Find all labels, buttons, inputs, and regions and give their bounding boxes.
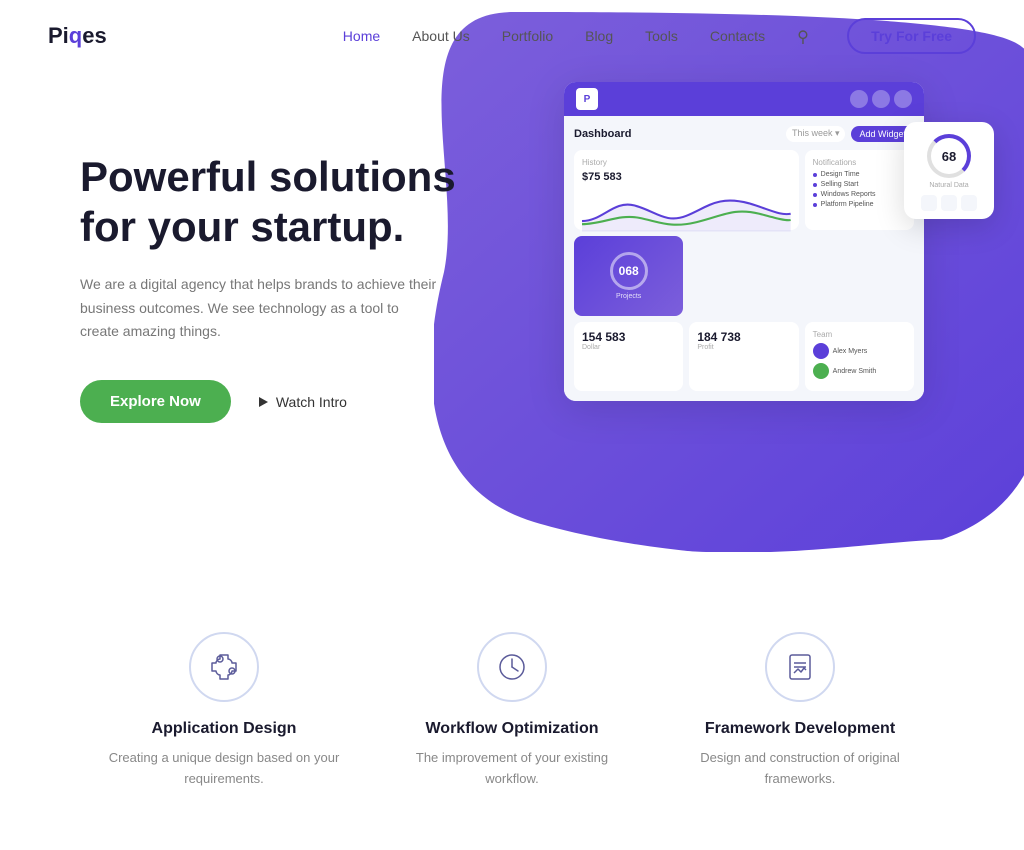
phone-gauge: 68 xyxy=(910,134,988,178)
clock-icon xyxy=(494,649,530,685)
framework-title: Framework Development xyxy=(680,720,920,738)
search-icon[interactable]: ⚲ xyxy=(797,27,815,45)
team-title: Team xyxy=(813,330,906,339)
play-icon xyxy=(259,397,268,407)
nav-tools[interactable]: Tools xyxy=(645,28,678,44)
stat1-value: 154 583 xyxy=(582,330,675,344)
dashboard-topbar: P xyxy=(564,82,924,116)
phone-icon-1 xyxy=(921,195,937,211)
app-design-icon-wrap xyxy=(189,632,259,702)
puzzle-icon xyxy=(206,649,242,685)
topbar-dot-1 xyxy=(850,90,868,108)
topbar-dot-3 xyxy=(894,90,912,108)
phone-mockup: 68 Natural Data xyxy=(904,122,994,219)
team-member-2: Andrew Smith xyxy=(813,363,906,379)
stat2-value: 184 738 xyxy=(697,330,790,344)
framework-icon-wrap xyxy=(765,632,835,702)
notif-item-1: Design Time xyxy=(813,171,906,178)
dashboard-grid: History $75 583 Notifications xyxy=(574,150,914,316)
stat1-label: Dollar xyxy=(582,344,675,351)
app-design-desc: Creating a unique design based on your r… xyxy=(104,748,344,790)
notif-dot-4 xyxy=(813,203,817,207)
notif-dot-3 xyxy=(813,193,817,197)
logo: Piqes xyxy=(48,23,107,49)
notif-item-4: Platform Pipeline xyxy=(813,201,906,208)
nav-blog[interactable]: Blog xyxy=(585,28,613,44)
header: Piqes Home About Us Portfolio Blog Tools… xyxy=(0,0,1024,72)
hero-section: Powerful solutions for your startup. We … xyxy=(0,72,1024,572)
nav-contacts[interactable]: Contacts xyxy=(710,28,765,44)
projects-label: Projects xyxy=(616,293,641,300)
history-label: History xyxy=(582,158,791,167)
gauge-ring: 68 xyxy=(927,134,971,178)
notifications-label: Notifications xyxy=(813,158,906,167)
history-value: $75 583 xyxy=(582,171,791,183)
projects-widget: 068 Projects xyxy=(574,236,683,316)
dashboard-title: Dashboard xyxy=(574,128,631,140)
hero-description: We are a digital agency that helps brand… xyxy=(80,273,440,344)
phone-icon-2 xyxy=(941,195,957,211)
feature-framework: Framework Development Design and constru… xyxy=(680,632,920,790)
avatar-1 xyxy=(813,343,829,359)
features-section: Application Design Creating a unique des… xyxy=(0,572,1024,850)
notif-item-3: Windows Reports xyxy=(813,191,906,198)
history-widget: History $75 583 xyxy=(574,150,799,230)
hero-content: Powerful solutions for your startup. We … xyxy=(0,92,460,423)
team-member-1: Alex Myers xyxy=(813,343,906,359)
stats-row: 154 583 Dollar 184 738 Profit Team Alex … xyxy=(574,322,914,391)
stat2-label: Profit xyxy=(697,344,790,351)
stat-box-2: 184 738 Profit xyxy=(689,322,798,391)
gauge-value: 68 xyxy=(942,149,956,164)
phone-label: Natural Data xyxy=(910,182,988,189)
framework-desc: Design and construction of original fram… xyxy=(680,748,920,790)
workflow-icon-wrap xyxy=(477,632,547,702)
avatar-2 xyxy=(813,363,829,379)
team-widget: Team Alex Myers Andrew Smith xyxy=(805,322,914,391)
hero-title: Powerful solutions for your startup. xyxy=(80,152,460,253)
date-filter[interactable]: This week ▾ xyxy=(786,126,846,142)
main-nav: Home About Us Portfolio Blog Tools Conta… xyxy=(343,18,976,54)
chart-document-icon xyxy=(782,649,818,685)
hero-actions: Explore Now Watch Intro xyxy=(80,380,460,423)
history-chart xyxy=(582,183,791,233)
topbar-dot-2 xyxy=(872,90,890,108)
notif-item-2: Selling Start xyxy=(813,181,906,188)
phone-icons-row xyxy=(910,195,988,211)
app-design-title: Application Design xyxy=(104,720,344,738)
dashboard-mockup: P Dashboard This week ▾ Add Widget xyxy=(564,82,994,401)
watch-intro-button[interactable]: Watch Intro xyxy=(259,394,347,410)
notifications-widget: Notifications Design Time Selling Start … xyxy=(805,150,914,230)
nav-about[interactable]: About Us xyxy=(412,28,470,44)
workflow-title: Workflow Optimization xyxy=(392,720,632,738)
try-for-free-button[interactable]: Try For Free xyxy=(847,18,976,54)
phone-icon-3 xyxy=(961,195,977,211)
bottom-wave xyxy=(0,512,1024,572)
notif-dot-2 xyxy=(813,183,817,187)
dashboard-topbar-dots xyxy=(850,90,912,108)
dashboard-card: P Dashboard This week ▾ Add Widget xyxy=(564,82,924,401)
notif-dot-1 xyxy=(813,173,817,177)
dashboard-controls: This week ▾ Add Widget xyxy=(786,126,914,142)
stat-box-1: 154 583 Dollar xyxy=(574,322,683,391)
workflow-desc: The improvement of your existing workflo… xyxy=(392,748,632,790)
explore-now-button[interactable]: Explore Now xyxy=(80,380,231,423)
dashboard-body: Dashboard This week ▾ Add Widget History… xyxy=(564,116,924,401)
nav-portfolio[interactable]: Portfolio xyxy=(502,28,553,44)
feature-workflow: Workflow Optimization The improvement of… xyxy=(392,632,632,790)
watch-intro-label: Watch Intro xyxy=(276,394,347,410)
team-name-1: Alex Myers xyxy=(833,348,868,355)
dashboard-logo: P xyxy=(576,88,598,110)
feature-app-design: Application Design Creating a unique des… xyxy=(104,632,344,790)
nav-home[interactable]: Home xyxy=(343,28,380,44)
team-name-2: Andrew Smith xyxy=(833,368,877,375)
dashboard-header-row: Dashboard This week ▾ Add Widget xyxy=(574,126,914,142)
projects-value: 068 xyxy=(610,252,648,290)
